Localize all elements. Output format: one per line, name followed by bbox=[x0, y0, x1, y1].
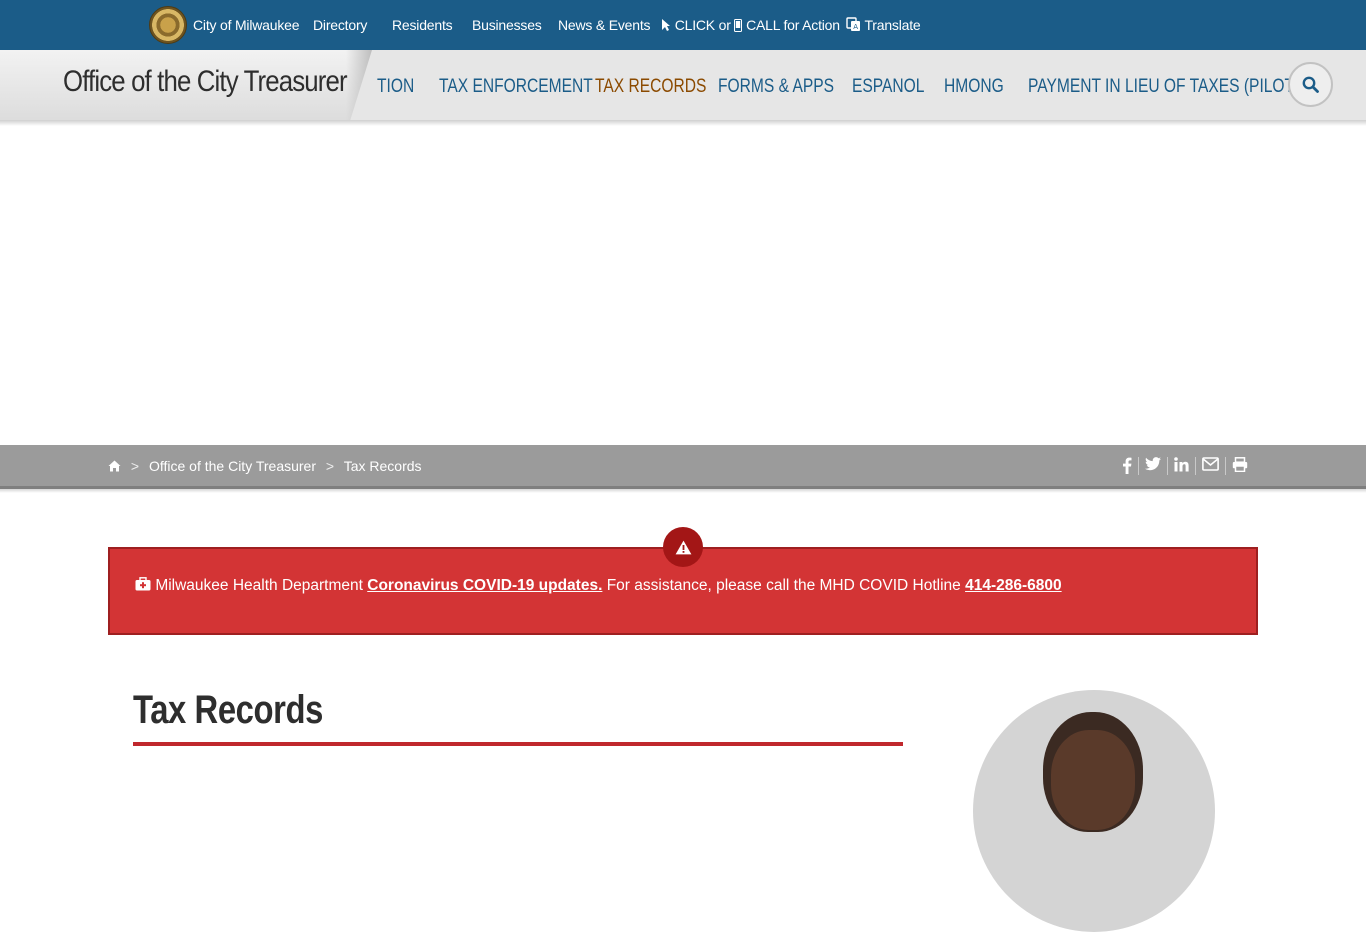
businesses-link[interactable]: Businesses bbox=[472, 16, 542, 34]
nav-item-tax-records[interactable]: TAX RECORDS bbox=[595, 76, 706, 98]
office-title[interactable]: Office of the City Treasurer bbox=[63, 65, 348, 99]
city-of-milwaukee-link[interactable]: City of Milwaukee bbox=[193, 16, 300, 34]
nav-shadow bbox=[0, 120, 1366, 126]
news-events-link[interactable]: News & Events bbox=[558, 16, 651, 34]
directory-link[interactable]: Directory bbox=[313, 16, 367, 34]
breadcrumb-separator: > bbox=[325, 458, 335, 474]
nav-item-espanol[interactable]: ESPANOL bbox=[852, 76, 924, 98]
covid-updates-link[interactable]: Coronavirus COVID-19 updates. bbox=[367, 577, 602, 594]
alert-prefix: Milwaukee Health Department bbox=[155, 577, 363, 594]
city-seal-icon[interactable] bbox=[149, 6, 187, 44]
alert-middle: For assistance, please call the MHD COVI… bbox=[606, 577, 961, 594]
breadcrumb-office[interactable]: Office of the City Treasurer bbox=[149, 458, 316, 474]
nav-item-tax-enforcement[interactable]: TAX ENFORCEMENT bbox=[439, 76, 593, 98]
translate-icon: A bbox=[846, 17, 860, 31]
treasurer-portrait bbox=[973, 690, 1215, 932]
breadcrumb-current: Tax Records bbox=[343, 458, 422, 474]
alert-message: Milwaukee Health Department Coronavirus … bbox=[135, 577, 1062, 595]
nav-item-forms-apps[interactable]: FORMS & APPS bbox=[718, 76, 834, 98]
search-button[interactable] bbox=[1288, 62, 1333, 107]
twitter-icon bbox=[1145, 457, 1161, 471]
twitter-share-button[interactable] bbox=[1139, 457, 1168, 475]
office-title-panel: Office of the City Treasurer bbox=[0, 50, 372, 122]
breadcrumb-shadow bbox=[0, 489, 1366, 493]
breadcrumb-bar: > Office of the City Treasurer > Tax Rec… bbox=[0, 445, 1366, 489]
linkedin-icon bbox=[1174, 457, 1189, 472]
phone-icon bbox=[734, 19, 743, 32]
top-utility-bar: City of Milwaukee Directory Residents Bu… bbox=[0, 0, 1366, 50]
breadcrumb-separator: > bbox=[130, 458, 140, 474]
cfa-click-label: CLICK or bbox=[674, 17, 731, 33]
warning-icon bbox=[675, 540, 691, 554]
email-share-button[interactable] bbox=[1196, 457, 1226, 475]
email-icon bbox=[1202, 457, 1219, 471]
portrait-face bbox=[1051, 730, 1135, 830]
hotline-phone-link[interactable]: 414-286-6800 bbox=[965, 577, 1062, 594]
svg-text:A: A bbox=[853, 23, 858, 31]
click-for-action-link[interactable]: CLICK or CALL for Action bbox=[661, 16, 840, 34]
cursor-icon bbox=[662, 19, 670, 31]
translate-link[interactable]: A Translate bbox=[846, 16, 921, 34]
facebook-icon bbox=[1123, 457, 1132, 474]
department-nav: Office of the City Treasurer TION TAX EN… bbox=[0, 50, 1366, 122]
search-icon bbox=[1302, 76, 1319, 93]
title-underline bbox=[133, 742, 903, 746]
nav-item-pilot[interactable]: PAYMENT IN LIEU OF TAXES (PILOT) bbox=[1028, 76, 1299, 98]
print-button[interactable] bbox=[1226, 457, 1254, 475]
page-title: Tax Records bbox=[133, 688, 323, 732]
facebook-share-button[interactable] bbox=[1116, 457, 1139, 475]
nav-item-truncated[interactable]: TION bbox=[377, 76, 414, 98]
cfa-call-label: CALL for Action bbox=[746, 17, 840, 33]
linkedin-share-button[interactable] bbox=[1168, 457, 1196, 475]
share-toolbar bbox=[1116, 457, 1254, 475]
translate-label: Translate bbox=[864, 17, 921, 33]
residents-link[interactable]: Residents bbox=[392, 16, 453, 34]
print-icon bbox=[1232, 457, 1248, 473]
medical-kit-icon bbox=[135, 577, 151, 591]
nav-item-hmong[interactable]: HMONG bbox=[944, 76, 1004, 98]
home-icon[interactable] bbox=[108, 460, 121, 472]
alert-warning-badge bbox=[663, 527, 703, 567]
breadcrumb: > Office of the City Treasurer > Tax Rec… bbox=[108, 458, 422, 474]
